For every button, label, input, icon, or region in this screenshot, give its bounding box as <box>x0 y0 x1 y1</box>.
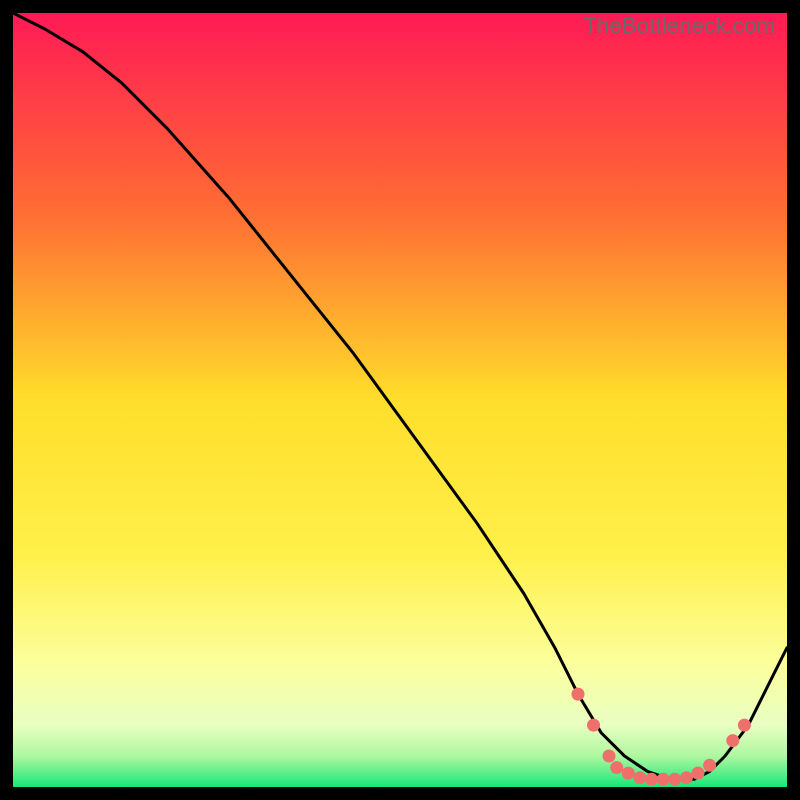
highlight-dot <box>587 719 600 732</box>
gradient-rect <box>13 13 787 787</box>
highlight-dot <box>692 767 705 780</box>
highlight-dot <box>738 719 751 732</box>
highlight-dot <box>657 773 670 786</box>
highlight-dot <box>610 761 623 774</box>
watermark-text: TheBottleneck.com <box>583 13 775 39</box>
highlight-dot <box>703 759 716 772</box>
chart-frame: TheBottleneck.com <box>13 13 787 787</box>
highlight-dot <box>622 767 635 780</box>
highlight-dot <box>668 773 681 786</box>
highlight-dot <box>603 750 616 763</box>
highlight-dot <box>633 771 646 784</box>
highlight-dot <box>680 771 693 784</box>
highlight-dot <box>645 773 658 786</box>
chart-background <box>13 13 787 787</box>
highlight-dot <box>726 734 739 747</box>
highlight-dot <box>572 688 585 701</box>
